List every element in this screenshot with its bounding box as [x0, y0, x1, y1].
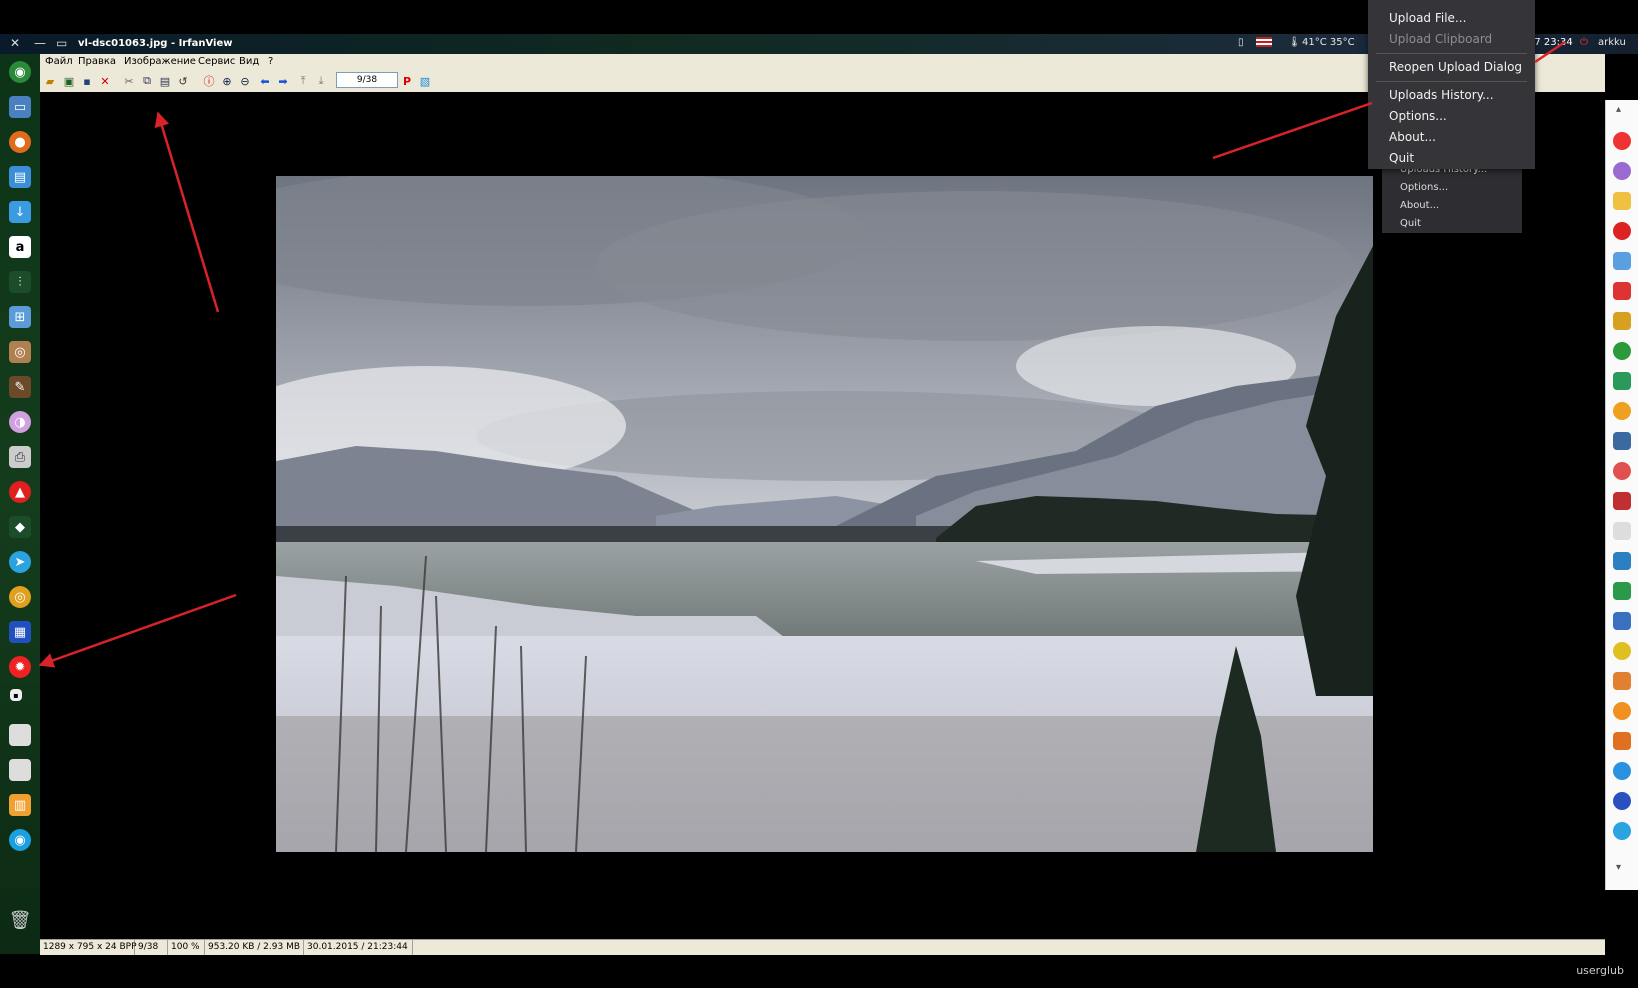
arrow-to-menubar	[154, 111, 220, 313]
annotation-arrows	[38, 40, 1566, 668]
arrow-to-menu	[1212, 101, 1373, 160]
arrow-to-tray	[1534, 40, 1566, 64]
watermark: userglub	[1576, 964, 1624, 977]
arrow-to-irfanview-icon	[38, 593, 237, 668]
